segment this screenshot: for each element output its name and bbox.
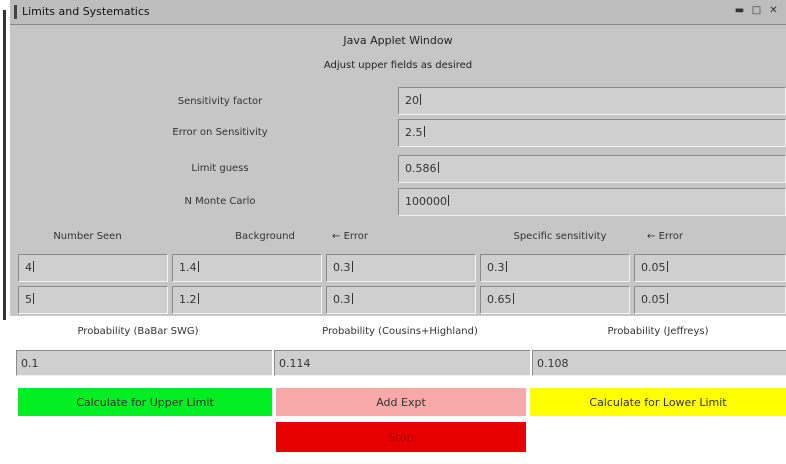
limit-guess-field[interactable]: 0.586: [398, 155, 786, 183]
window-controls: ▬ □ ✕: [733, 4, 780, 17]
left-strip: [0, 0, 10, 464]
probability-cousins-highland-label: Probability (Cousins+Highland): [322, 326, 478, 337]
add-expt-button[interactable]: Add Expt: [276, 388, 526, 416]
probability-babar-label: Probability (BaBar SWG): [77, 326, 199, 337]
limit-guess-label: Limit guess: [191, 163, 249, 174]
error-on-sensitivity-field[interactable]: 2.5: [398, 119, 786, 147]
row-1-background-error[interactable]: 0.3: [326, 254, 476, 282]
minimize-icon[interactable]: ▬: [733, 4, 746, 17]
row-1-number-seen[interactable]: 4: [18, 254, 168, 282]
row-2-background[interactable]: 1.2: [172, 286, 322, 314]
row-1-background[interactable]: 1.4: [172, 254, 322, 282]
stop-button[interactable]: Stop: [276, 422, 526, 452]
column-specific-sensitivity: Specific sensitivity: [513, 231, 607, 242]
window-icon: [14, 5, 17, 19]
n-monte-carlo-label: N Monte Carlo: [184, 196, 256, 207]
calculate-upper-limit-button[interactable]: Calculate for Upper Limit: [18, 388, 272, 416]
applet-heading: Java Applet Window: [343, 34, 453, 47]
column-background-error: ← Error: [332, 231, 368, 242]
close-icon[interactable]: ✕: [767, 4, 780, 17]
column-number-seen: Number Seen: [53, 231, 122, 242]
calculate-lower-limit-button[interactable]: Calculate for Lower Limit: [530, 388, 786, 416]
row-2-number-seen[interactable]: 5: [18, 286, 168, 314]
probability-babar-field[interactable]: 0.1: [16, 350, 272, 376]
window-edge: [3, 10, 6, 320]
applet-window: Limits and Systematics ▬ □ ✕ Java Applet…: [10, 0, 786, 464]
row-2-specific-sensitivity[interactable]: 0.65: [480, 286, 630, 314]
title-bar[interactable]: Limits and Systematics ▬ □ ✕: [10, 0, 786, 25]
row-1-sensitivity-error[interactable]: 0.05: [634, 254, 786, 282]
n-monte-carlo-field[interactable]: 100000: [398, 188, 786, 216]
probability-cousins-highland-field[interactable]: 0.114: [274, 350, 530, 376]
row-1-specific-sensitivity[interactable]: 0.3: [480, 254, 630, 282]
sensitivity-factor-label: Sensitivity factor: [177, 96, 263, 107]
applet-instructions: Adjust upper fields as desired: [323, 60, 473, 71]
row-2-sensitivity-error[interactable]: 0.05: [634, 286, 786, 314]
row-2-background-error[interactable]: 0.3: [326, 286, 476, 314]
window-title: Limits and Systematics: [22, 5, 150, 18]
column-sensitivity-error: ← Error: [647, 231, 683, 242]
probability-jeffreys-label: Probability (Jeffreys): [607, 326, 709, 337]
error-on-sensitivity-label: Error on Sensitivity: [172, 127, 268, 138]
probability-jeffreys-field[interactable]: 0.108: [532, 350, 786, 376]
sensitivity-factor-field[interactable]: 20: [398, 87, 786, 115]
maximize-icon[interactable]: □: [750, 4, 763, 17]
